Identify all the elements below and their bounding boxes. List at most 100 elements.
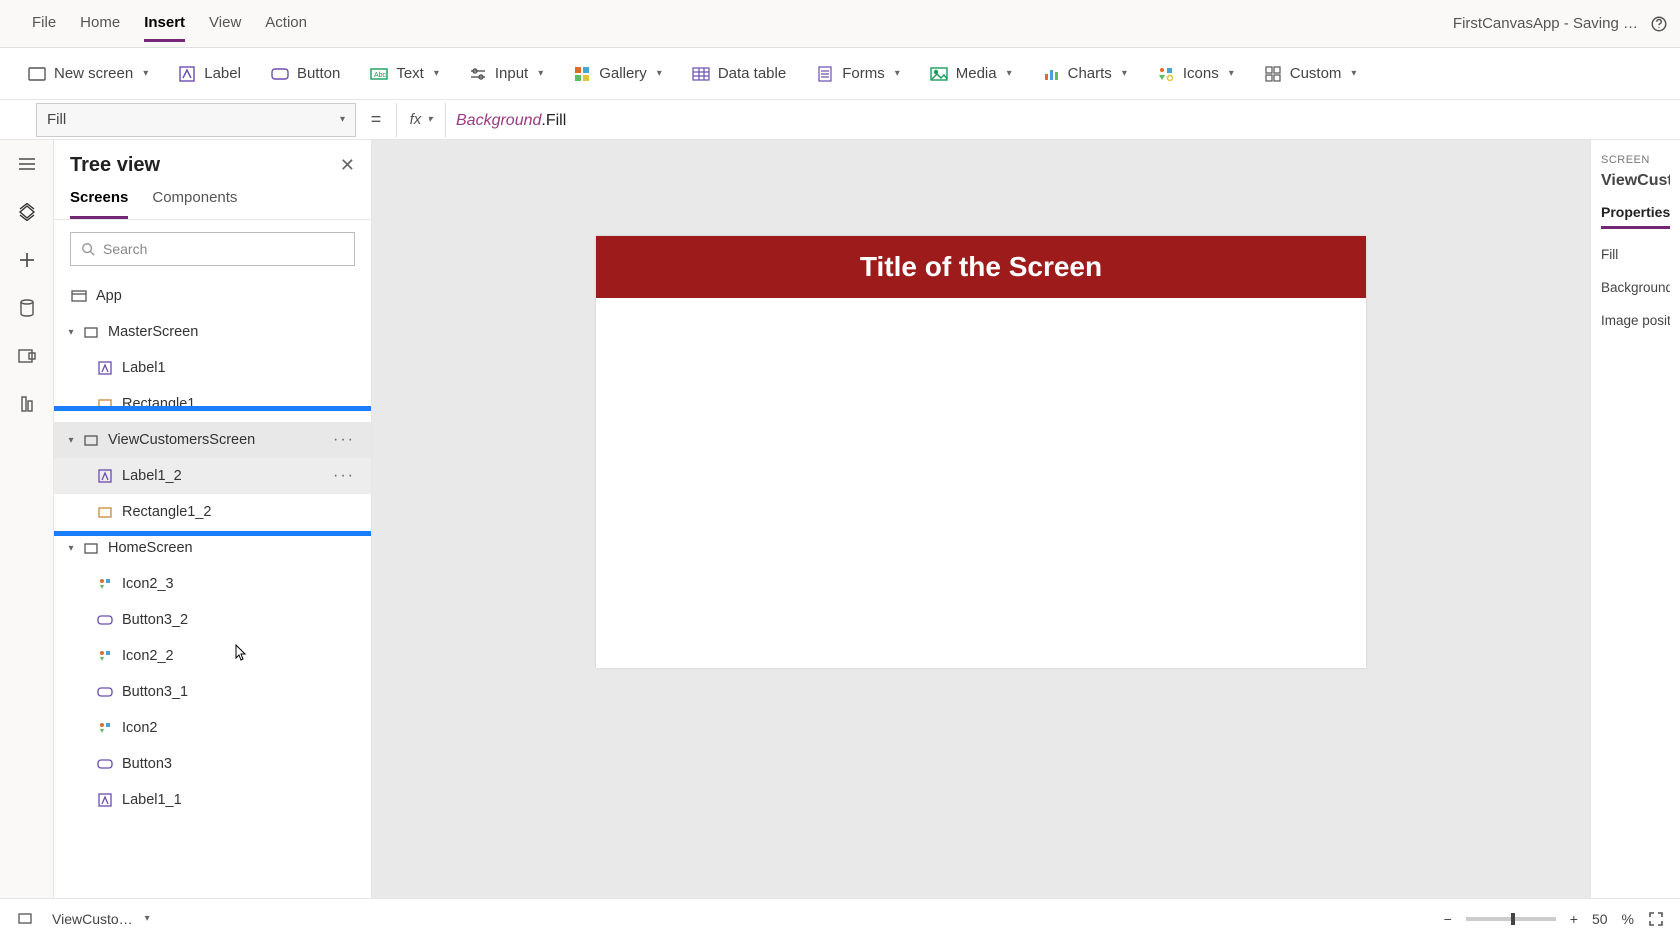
equals-sign: =: [356, 109, 396, 130]
prop-fill[interactable]: Fill: [1601, 247, 1670, 262]
fx-button[interactable]: fx ▾: [396, 103, 446, 137]
screen-icon: [82, 325, 100, 339]
tree-node-icon2[interactable]: Icon2: [54, 710, 371, 746]
screen-icon: [82, 541, 100, 555]
more-icon[interactable]: ···: [333, 431, 361, 449]
search-input[interactable]: Search: [70, 232, 355, 266]
tree-node-label: Button3_1: [122, 684, 188, 700]
menu-insert[interactable]: Insert: [144, 6, 185, 42]
data-table-label: Data table: [718, 65, 786, 82]
tree-node-rectangle1-2[interactable]: Rectangle1_2: [54, 494, 371, 530]
status-selected-name[interactable]: ViewCusto…: [52, 911, 133, 927]
data-icon[interactable]: [17, 298, 37, 318]
chevron-down-icon[interactable]: ▾: [64, 543, 78, 554]
help-icon[interactable]: [1650, 15, 1668, 33]
property-dropdown[interactable]: Fill ▾: [36, 103, 356, 137]
prop-image-position[interactable]: Image posit: [1601, 313, 1670, 328]
search-placeholder: Search: [103, 241, 147, 257]
menu-file[interactable]: File: [32, 6, 56, 42]
tree-node-label1[interactable]: Label1: [54, 350, 371, 386]
tree-node-label: Label1_1: [122, 792, 182, 808]
new-screen-icon: [28, 65, 46, 83]
chevron-down-icon: ▾: [340, 114, 345, 125]
tree-node-button3-2[interactable]: Button3_2: [54, 602, 371, 638]
zoom-slider[interactable]: [1466, 917, 1556, 921]
chevron-down-icon[interactable]: ▾: [64, 435, 78, 446]
tree-node-label: Label1: [122, 360, 166, 376]
status-bar: ViewCusto… ▾ − + 50 %: [0, 898, 1680, 938]
icons-label: Icons: [1183, 65, 1219, 82]
gallery-icon: [573, 65, 591, 83]
formula-bar: Fill ▾ = fx ▾ Background.Fill: [0, 100, 1680, 140]
zoom-unit: %: [1622, 911, 1634, 927]
prop-background[interactable]: Background: [1601, 280, 1670, 295]
custom-label: Custom: [1290, 65, 1342, 82]
insert-icon[interactable]: [17, 250, 37, 270]
main-area: Tree view ✕ Screens Components Search Ap…: [0, 140, 1680, 898]
tree-node-icon2-3[interactable]: Icon2_3: [54, 566, 371, 602]
label-icon: [96, 469, 114, 483]
tree-node-label1-2[interactable]: Label1_2 ···: [54, 458, 371, 494]
text-icon: Abc: [370, 65, 388, 83]
tree-body[interactable]: App ▾ MasterScreen Label1 Rectangle1 ▾ V…: [54, 278, 371, 898]
input-button[interactable]: Input ▾: [469, 65, 543, 83]
charts-button[interactable]: Charts ▾: [1042, 65, 1127, 83]
chevron-down-icon[interactable]: ▾: [64, 327, 78, 338]
chevron-down-icon: ▾: [1122, 68, 1127, 79]
tree-view-icon[interactable]: [17, 202, 37, 222]
close-icon[interactable]: ✕: [340, 155, 355, 176]
formula-identifier: Background: [456, 112, 541, 129]
chevron-down-icon: ▾: [434, 68, 439, 79]
chevron-down-icon: ▾: [427, 114, 432, 125]
charts-icon: [1042, 65, 1060, 83]
tree-node-homescreen[interactable]: ▾ HomeScreen: [54, 530, 371, 566]
fit-screen-icon[interactable]: [1648, 911, 1664, 927]
tree-node-viewcustomersscreen[interactable]: ▾ ViewCustomersScreen ···: [54, 422, 371, 458]
chevron-down-icon[interactable]: ▾: [145, 913, 150, 924]
rectangle-icon: [96, 397, 114, 411]
menu-view[interactable]: View: [209, 6, 241, 42]
new-screen-button[interactable]: New screen ▾: [28, 65, 148, 83]
tree-node-label: App: [96, 288, 122, 304]
tree-node-icon2-2[interactable]: Icon2_2: [54, 638, 371, 674]
tab-components[interactable]: Components: [152, 189, 237, 219]
media-button[interactable]: Media ▾: [930, 65, 1012, 83]
tree-node-label: Button3_2: [122, 612, 188, 628]
tree-node-label: MasterScreen: [108, 324, 198, 340]
formula-member: .Fill: [541, 112, 566, 129]
tab-screens[interactable]: Screens: [70, 189, 128, 219]
forms-button[interactable]: Forms ▾: [816, 65, 900, 83]
screen-title-bar[interactable]: Title of the Screen: [596, 236, 1366, 298]
canvas-area[interactable]: Title of the Screen: [372, 140, 1590, 898]
formula-input[interactable]: Background.Fill: [446, 110, 566, 130]
custom-button[interactable]: Custom ▾: [1264, 65, 1357, 83]
icons-button[interactable]: Icons ▾: [1157, 65, 1234, 83]
media-rail-icon[interactable]: [17, 346, 37, 366]
tree-node-label1-1[interactable]: Label1_1: [54, 782, 371, 818]
zoom-out-button[interactable]: −: [1444, 911, 1452, 927]
canvas-screen[interactable]: Title of the Screen: [596, 236, 1366, 668]
tree-node-app[interactable]: App: [54, 278, 371, 314]
label-icon: [178, 65, 196, 83]
more-icon[interactable]: ···: [333, 467, 361, 485]
tree-node-button3[interactable]: Button3: [54, 746, 371, 782]
gallery-button[interactable]: Gallery ▾: [573, 65, 662, 83]
button-button[interactable]: Button: [271, 65, 340, 83]
icon-node-icon: [96, 649, 114, 663]
menu-home[interactable]: Home: [80, 6, 120, 42]
properties-tab[interactable]: Properties: [1601, 204, 1670, 229]
zoom-in-button[interactable]: +: [1570, 911, 1578, 927]
tree-node-rectangle1[interactable]: Rectangle1: [54, 386, 371, 422]
data-table-button[interactable]: Data table: [692, 65, 786, 83]
label-icon: [96, 361, 114, 375]
hamburger-icon[interactable]: [17, 154, 37, 174]
top-menu-tabs: File Home Insert View Action: [12, 6, 307, 42]
menu-action[interactable]: Action: [265, 6, 307, 42]
label-button[interactable]: Label: [178, 65, 241, 83]
tree-node-button3-1[interactable]: Button3_1: [54, 674, 371, 710]
advanced-tools-icon[interactable]: [17, 394, 37, 414]
tree-node-masterscreen[interactable]: ▾ MasterScreen: [54, 314, 371, 350]
icon-node-icon: [96, 721, 114, 735]
chevron-down-icon: ▾: [143, 68, 148, 79]
text-button[interactable]: Abc Text ▾: [370, 65, 439, 83]
